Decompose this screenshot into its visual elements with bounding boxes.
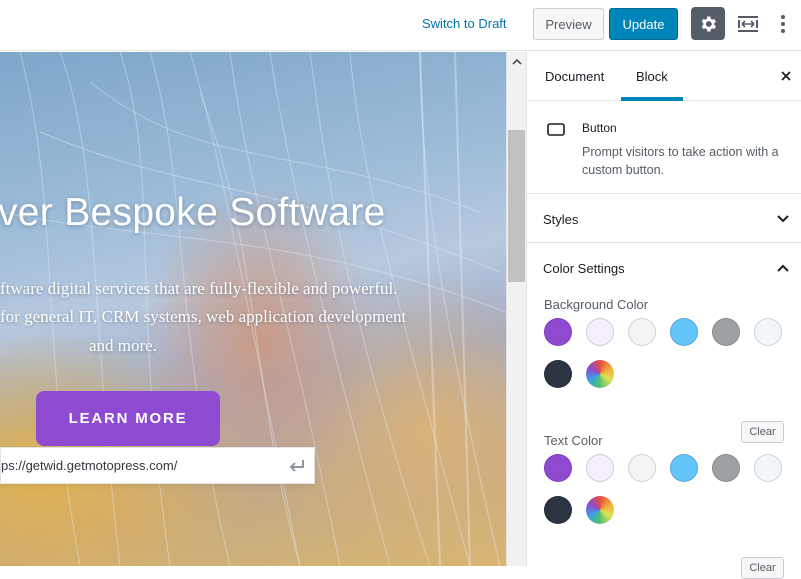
background-color-swatch[interactable] bbox=[544, 360, 572, 388]
background-color-swatch[interactable] bbox=[754, 318, 782, 346]
hero-paragraph-line-2: for general IT, CRM systems, web applica… bbox=[0, 307, 407, 326]
styles-panel-title: Styles bbox=[543, 212, 579, 227]
canvas-scrollbar[interactable] bbox=[506, 52, 526, 566]
settings-button[interactable] bbox=[691, 7, 725, 40]
text-color-swatch[interactable] bbox=[712, 454, 740, 482]
resize-icon bbox=[738, 16, 758, 32]
close-sidebar-button[interactable] bbox=[775, 65, 797, 87]
more-options-button[interactable] bbox=[773, 12, 793, 36]
chevron-down-icon bbox=[777, 215, 789, 223]
scroll-up-arrow[interactable] bbox=[507, 52, 527, 72]
chevron-up-icon bbox=[777, 264, 789, 272]
tab-block[interactable]: Block bbox=[636, 69, 668, 84]
editor-canvas: ver Bespoke Software ftware digital serv… bbox=[0, 52, 506, 566]
background-clear-button[interactable]: Clear bbox=[741, 421, 784, 443]
settings-sidebar: Document Block Button Prompt visitors to… bbox=[526, 52, 801, 579]
enter-arrow-icon[interactable] bbox=[287, 457, 307, 475]
resize-button[interactable] bbox=[736, 12, 760, 36]
preview-button[interactable]: Preview bbox=[533, 8, 604, 40]
background-color-label: Background Color bbox=[544, 297, 649, 312]
button-block-icon bbox=[547, 123, 565, 136]
color-settings-title: Color Settings bbox=[543, 261, 625, 276]
block-name: Button bbox=[582, 121, 617, 135]
text-color-swatch[interactable] bbox=[544, 454, 572, 482]
color-settings-toggle[interactable]: Color Settings bbox=[527, 244, 801, 292]
styles-panel-toggle[interactable]: Styles bbox=[527, 195, 801, 243]
scroll-thumb[interactable] bbox=[508, 130, 525, 282]
learn-more-button[interactable]: LEARN MORE bbox=[36, 391, 220, 446]
button-url-popover bbox=[0, 447, 315, 484]
text-color-swatch[interactable] bbox=[586, 454, 614, 482]
editor-header: Switch to Draft Preview Update bbox=[0, 0, 801, 51]
background-color-swatch[interactable] bbox=[586, 360, 614, 388]
text-color-swatch[interactable] bbox=[670, 454, 698, 482]
update-button[interactable]: Update bbox=[609, 8, 678, 40]
tab-document[interactable]: Document bbox=[545, 69, 604, 84]
more-vertical-icon bbox=[781, 15, 785, 33]
close-icon bbox=[781, 71, 791, 81]
background-color-swatch[interactable] bbox=[544, 318, 572, 346]
text-clear-button[interactable]: Clear bbox=[741, 557, 784, 579]
hero-heading[interactable]: ver Bespoke Software bbox=[0, 191, 386, 235]
block-description: Prompt visitors to take action with a cu… bbox=[582, 145, 779, 177]
block-card: Button Prompt visitors to take action wi… bbox=[527, 101, 801, 194]
chevron-up-icon bbox=[512, 58, 522, 65]
gear-icon bbox=[701, 16, 716, 31]
text-color-swatch[interactable] bbox=[628, 454, 656, 482]
text-color-swatch[interactable] bbox=[544, 496, 572, 524]
url-input[interactable] bbox=[1, 448, 271, 483]
sidebar-tabs: Document Block bbox=[527, 52, 801, 101]
text-color-label: Text Color bbox=[544, 433, 603, 448]
background-color-swatch[interactable] bbox=[628, 318, 656, 346]
background-color-swatch[interactable] bbox=[586, 318, 614, 346]
text-color-swatch[interactable] bbox=[586, 496, 614, 524]
color-settings-panel: Color Settings Background Color Clear Te… bbox=[527, 244, 801, 579]
background-color-swatch[interactable] bbox=[712, 318, 740, 346]
hero-paragraph-line-3: and more. bbox=[89, 336, 157, 355]
switch-to-draft-link[interactable]: Switch to Draft bbox=[422, 16, 507, 31]
text-color-swatch[interactable] bbox=[754, 454, 782, 482]
hero-paragraph-line-1: ftware digital services that are fully-f… bbox=[0, 279, 398, 298]
background-color-swatch[interactable] bbox=[670, 318, 698, 346]
